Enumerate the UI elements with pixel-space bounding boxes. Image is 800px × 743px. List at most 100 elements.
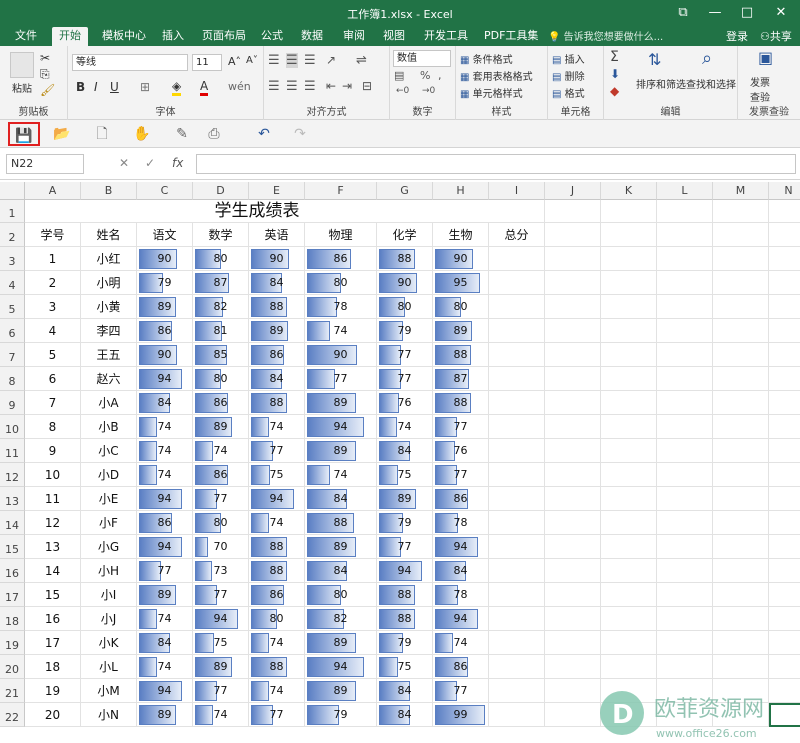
grid-cell[interactable] — [713, 367, 769, 391]
grid-cell[interactable] — [657, 391, 713, 415]
row-header-4[interactable]: 4 — [0, 271, 25, 295]
grid-cell[interactable] — [545, 463, 601, 487]
grid-cell[interactable] — [601, 487, 657, 511]
grid-cell[interactable] — [489, 631, 545, 655]
paste-button[interactable]: 粘贴 — [12, 80, 32, 95]
increase-decimal-icon[interactable]: ←0 — [396, 86, 409, 96]
grid-cell[interactable] — [489, 415, 545, 439]
grid-cell[interactable] — [489, 391, 545, 415]
cancel-icon[interactable]: ✕ — [119, 156, 129, 170]
grid-cell[interactable] — [657, 295, 713, 319]
shrink-font-icon[interactable]: A˅ — [246, 55, 258, 66]
save-icon[interactable]: 💾 — [8, 122, 40, 146]
grid-cell[interactable] — [545, 439, 601, 463]
grid-cell[interactable] — [489, 655, 545, 679]
worksheet-grid[interactable]: A B C D E F G H I J K L M N 1 2 3 4 5 6 7 8 9 10 11 12 13 14 15 16 17 1… — [0, 180, 800, 743]
grid-cell[interactable] — [601, 295, 657, 319]
decrease-decimal-icon[interactable]: →0 — [422, 86, 435, 96]
borders-icon[interactable]: ⊞ — [140, 80, 150, 94]
grid-cell[interactable] — [545, 487, 601, 511]
open-folder-icon[interactable]: 📂 — [46, 122, 78, 146]
row-header-15[interactable]: 15 — [0, 535, 25, 559]
row-header-12[interactable]: 12 — [0, 463, 25, 487]
grid-cell[interactable] — [769, 583, 800, 607]
grid-cell[interactable] — [545, 631, 601, 655]
tell-me-box[interactable]: 💡 告诉我您想要做什么... — [548, 28, 663, 43]
column-header-g[interactable]: G — [377, 182, 433, 200]
grid-cell[interactable] — [545, 415, 601, 439]
invoice-check-button[interactable]: 发票 查验 — [750, 74, 770, 104]
grid-cell[interactable] — [601, 631, 657, 655]
align-center-icon[interactable]: ☰ — [286, 79, 298, 94]
grid-cell[interactable] — [713, 439, 769, 463]
row-header-21[interactable]: 21 — [0, 679, 25, 703]
column-header-l[interactable]: L — [657, 182, 713, 200]
grid-cell[interactable] — [489, 703, 545, 727]
grid-cell[interactable] — [601, 511, 657, 535]
grid-cell[interactable] — [713, 655, 769, 679]
grid-cell[interactable] — [545, 367, 601, 391]
wrap-text-icon[interactable]: ⇌ — [356, 53, 367, 68]
grid-cell[interactable] — [769, 415, 800, 439]
grid-cell[interactable] — [489, 607, 545, 631]
grid-cell[interactable] — [489, 439, 545, 463]
grid-cell[interactable] — [489, 559, 545, 583]
grid-cell[interactable] — [657, 343, 713, 367]
tab-file[interactable]: 文件 — [8, 27, 44, 46]
cell-styles-button[interactable]: ▦ 单元格样式 — [460, 85, 523, 100]
row-header-18[interactable]: 18 — [0, 607, 25, 631]
formula-input[interactable] — [196, 154, 796, 174]
minimize-button[interactable]: — — [700, 3, 730, 23]
grid-cell[interactable] — [657, 247, 713, 271]
column-header-h[interactable]: H — [433, 182, 489, 200]
paste-icon[interactable] — [10, 52, 34, 78]
grid-cell[interactable] — [769, 223, 800, 247]
grid-cell[interactable] — [769, 487, 800, 511]
grid-cell[interactable] — [657, 223, 713, 247]
row-header-6[interactable]: 6 — [0, 319, 25, 343]
grid-cell[interactable] — [657, 200, 713, 223]
grid-cell[interactable] — [489, 319, 545, 343]
format-as-table-button[interactable]: ▦ 套用表格格式 — [460, 68, 533, 83]
touch-mode-icon[interactable]: ✋ — [126, 122, 158, 146]
row-header-2[interactable]: 2 — [0, 223, 25, 247]
fill-color-icon[interactable]: ◈ — [172, 79, 182, 96]
grid-cell[interactable] — [713, 343, 769, 367]
row-header-16[interactable]: 16 — [0, 559, 25, 583]
grid-cell[interactable] — [601, 415, 657, 439]
column-header-j[interactable]: J — [545, 182, 601, 200]
grid-cell[interactable] — [713, 463, 769, 487]
tab-view[interactable]: 视图 — [376, 27, 412, 46]
accounting-icon[interactable]: ▤ — [394, 69, 404, 82]
column-header-k[interactable]: K — [601, 182, 657, 200]
row-header-14[interactable]: 14 — [0, 511, 25, 535]
grid-cell[interactable] — [769, 319, 800, 343]
grid-cell[interactable] — [601, 535, 657, 559]
tab-template-center[interactable]: 模板中心 — [95, 27, 153, 46]
grid-cell[interactable] — [713, 487, 769, 511]
column-header-b[interactable]: B — [81, 182, 137, 200]
grid-cell[interactable] — [657, 559, 713, 583]
ribbon-display-options-icon[interactable]: ⧉ — [668, 3, 698, 23]
orientation-icon[interactable]: ↗ — [326, 53, 336, 67]
grid-cell[interactable] — [601, 463, 657, 487]
row-header-11[interactable]: 11 — [0, 439, 25, 463]
grid-cell[interactable] — [545, 223, 601, 247]
grid-cell[interactable] — [489, 200, 545, 223]
grid-cell[interactable] — [545, 511, 601, 535]
grid-cell[interactable] — [713, 391, 769, 415]
tab-review[interactable]: 审阅 — [336, 27, 372, 46]
grid-cell[interactable] — [713, 535, 769, 559]
grid-cell[interactable] — [657, 655, 713, 679]
grid-cell[interactable] — [545, 391, 601, 415]
tab-developer[interactable]: 开发工具 — [417, 27, 475, 46]
increase-indent-icon[interactable]: ⇥ — [342, 79, 352, 93]
copy-icon[interactable]: ⎘ — [40, 67, 50, 82]
bold-icon[interactable]: B — [76, 80, 85, 94]
grid-cell[interactable] — [601, 559, 657, 583]
spelling-icon[interactable]: ✎ — [166, 122, 198, 146]
grid-cell[interactable] — [545, 535, 601, 559]
underline-icon[interactable]: U — [110, 80, 119, 94]
grid-cell[interactable] — [601, 319, 657, 343]
grid-cell[interactable] — [769, 200, 800, 223]
